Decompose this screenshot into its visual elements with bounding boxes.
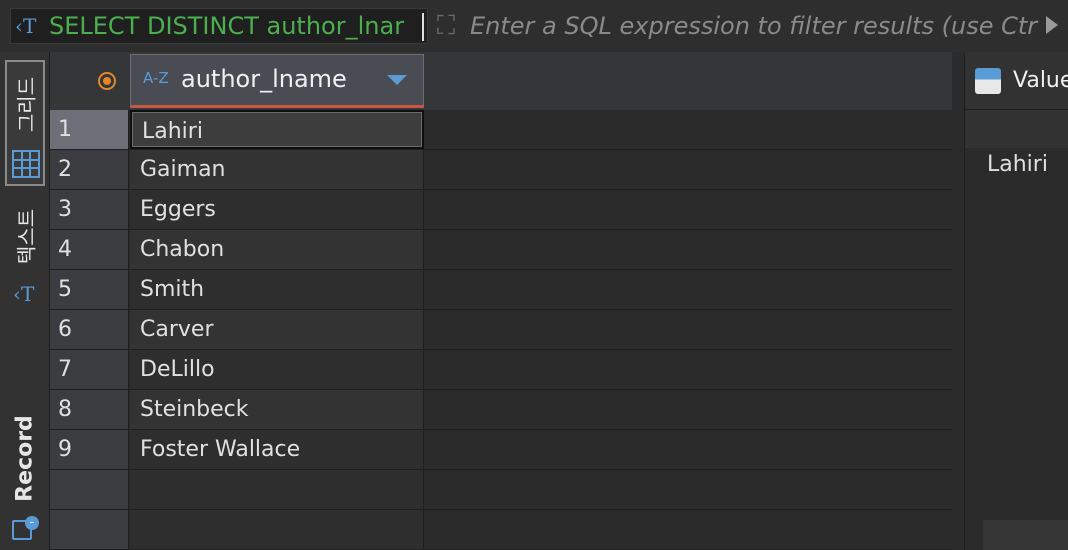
value-viewer-icon — [975, 68, 1001, 94]
grid-cell[interactable]: Steinbeck — [130, 390, 424, 429]
tab-record[interactable]: Record – — [5, 408, 45, 548]
empty-row — [50, 510, 952, 550]
tab-text[interactable]: 텍스트 ‹T — [5, 192, 45, 308]
grid-cell[interactable]: DeLillo — [130, 350, 424, 389]
row-number[interactable]: 8 — [50, 390, 129, 429]
grid-cell-empty — [130, 470, 424, 509]
table-row[interactable]: 4 Chabon — [50, 230, 952, 270]
tab-text-label: 텍스트 — [14, 208, 39, 265]
table-row[interactable]: 7 DeLillo — [50, 350, 952, 390]
row-filler — [425, 350, 952, 389]
panel-divider[interactable] — [952, 52, 964, 550]
row-number[interactable]: 1 — [50, 110, 129, 149]
grid-icon — [12, 150, 40, 178]
filter-placeholder: Enter a SQL expression to filter results… — [470, 12, 1038, 40]
filter-expression-input[interactable]: Enter a SQL expression to filter results… — [466, 8, 1048, 44]
tab-record-label: Record — [12, 415, 38, 502]
expand-icon[interactable]: ⛶ — [430, 10, 462, 42]
row-number-empty — [50, 510, 129, 549]
table-row[interactable]: 3 Eggers — [50, 190, 952, 230]
text-type-icon: ‹T — [15, 14, 37, 38]
row-filler — [425, 430, 952, 469]
empty-row — [50, 470, 952, 510]
value-panel-title: Value — [1013, 68, 1068, 93]
results-grid: A-Z author_lname 1 Lahiri 2 Gaiman 3 Egg… — [50, 52, 952, 550]
table-row[interactable]: 1 Lahiri — [50, 110, 952, 150]
value-panel-toolbar — [965, 110, 1068, 148]
table-row[interactable]: 8 Steinbeck — [50, 390, 952, 430]
apply-filter-icon[interactable] — [1046, 16, 1058, 34]
row-number[interactable]: 5 — [50, 270, 129, 309]
sort-dropdown-icon[interactable] — [387, 75, 407, 85]
row-filler — [425, 270, 952, 309]
text-cursor — [422, 13, 424, 41]
grid-rows: 1 Lahiri 2 Gaiman 3 Eggers 4 Chabon 5 Sm… — [50, 110, 952, 550]
grid-cell[interactable]: Eggers — [130, 190, 424, 229]
filter-bar: ‹T SELECT DISTINCT author_lnar ⛶ Enter a… — [0, 0, 1068, 52]
row-filler — [425, 150, 952, 189]
column-header-label: author_lname — [181, 65, 347, 93]
row-filler — [425, 510, 952, 549]
row-number-empty — [50, 470, 129, 509]
table-row[interactable]: 5 Smith — [50, 270, 952, 310]
grid-cell[interactable]: Smith — [130, 270, 424, 309]
value-panel-content[interactable]: Lahiri — [987, 152, 1048, 177]
value-panel: Value Lahiri — [964, 52, 1068, 550]
record-badge-icon: – — [25, 516, 39, 530]
row-number[interactable]: 4 — [50, 230, 129, 269]
row-number[interactable]: 7 — [50, 350, 129, 389]
sql-query-field[interactable]: ‹T SELECT DISTINCT author_lnar — [10, 8, 428, 44]
sql-query-text: SELECT DISTINCT author_lnar — [49, 12, 405, 40]
grid-cell-empty — [130, 510, 424, 549]
grid-cell[interactable]: Carver — [130, 310, 424, 349]
row-filler — [425, 310, 952, 349]
value-panel-header: Value — [965, 52, 1068, 110]
row-number[interactable]: 6 — [50, 310, 129, 349]
grid-cell[interactable]: Chabon — [130, 230, 424, 269]
value-panel-footer — [983, 520, 1068, 550]
text-icon: ‹T — [13, 282, 35, 306]
tab-grid[interactable]: 그리드 — [5, 60, 45, 186]
row-filler — [425, 470, 952, 509]
grid-cell[interactable]: Foster Wallace — [130, 430, 424, 469]
view-mode-strip: 그리드 텍스트 ‹T Record – — [0, 52, 50, 550]
table-row[interactable]: 2 Gaiman — [50, 150, 952, 190]
row-number[interactable]: 2 — [50, 150, 129, 189]
table-row[interactable]: 9 Foster Wallace — [50, 430, 952, 470]
header-corner — [50, 52, 130, 110]
grid-cell[interactable]: Lahiri — [130, 110, 424, 149]
tab-grid-label: 그리드 — [14, 76, 39, 133]
grid-cell[interactable]: Gaiman — [130, 150, 424, 189]
row-marker-icon[interactable] — [98, 72, 116, 90]
az-icon: A-Z — [143, 69, 169, 87]
row-filler — [425, 390, 952, 429]
table-row[interactable]: 6 Carver — [50, 310, 952, 350]
row-number[interactable]: 9 — [50, 430, 129, 469]
row-number[interactable]: 3 — [50, 190, 129, 229]
grid-header: A-Z author_lname — [50, 52, 952, 110]
row-filler — [425, 110, 952, 149]
row-filler — [425, 190, 952, 229]
row-filler — [425, 230, 952, 269]
column-header-author-lname[interactable]: A-Z author_lname — [130, 54, 424, 108]
